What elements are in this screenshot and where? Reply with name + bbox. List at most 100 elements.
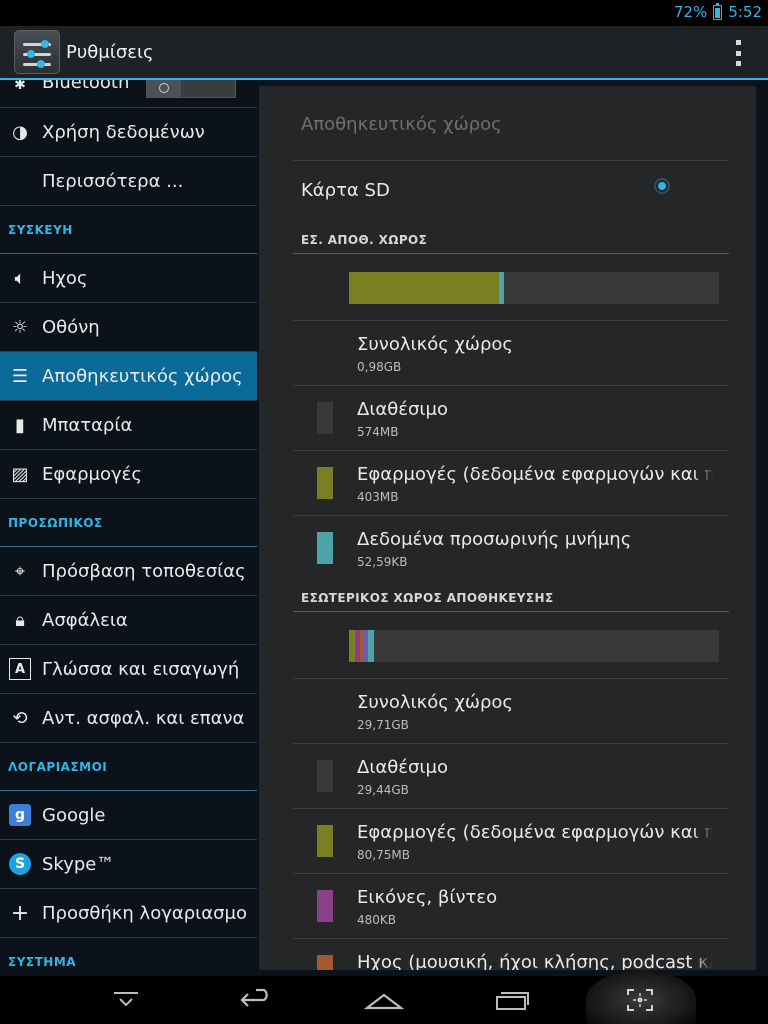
section-header-personal: ΠΡΟΣΩΠΙΚΟΣ [0, 499, 257, 547]
usage-segment [498, 272, 505, 304]
storage-row-apps-external[interactable]: Εφαρμογές (δεδομένα εφαρμογών και π 403M… [293, 451, 729, 515]
row-value: 574MB [357, 425, 399, 439]
storage-row-pictures-internal[interactable]: Εικόνες, βίντεο 480KB [293, 874, 729, 938]
row-value: 403MB [357, 490, 399, 504]
sidebar-item-battery[interactable]: ▮ Μπαταρία [0, 401, 257, 450]
hide-keyboard-icon[interactable] [96, 982, 156, 1018]
battery-icon: ▮ [15, 414, 25, 436]
sidebar-item-skype[interactable]: S Skype™ [0, 840, 257, 889]
storage-row-total-internal[interactable]: Συνολικός χώρος 29,71GB [293, 679, 729, 743]
usage-segment [367, 630, 374, 662]
sidebar-item-label: Αποθηκευτικός χώρος [42, 365, 243, 387]
row-title: Εικόνες, βίντεο [357, 887, 498, 908]
add-icon: + [10, 900, 30, 926]
status-bar: 72% 5:52 [0, 0, 768, 26]
section-divider [293, 253, 729, 254]
row-title: Συνολικός χώρος [357, 692, 513, 713]
sidebar-item-label: Μπαταρία [42, 414, 133, 436]
text-fade [693, 461, 713, 491]
storage-row-cache-external[interactable]: Δεδομένα προσωρινής μνήμης 52,59KB [293, 516, 729, 580]
usage-segment [349, 272, 499, 304]
section-header-system: ΣΥΣΤΗΜΑ [8, 955, 77, 969]
backup-icon: ⟲ [12, 707, 28, 729]
sidebar-item-security[interactable]: 🔒︎ Ασφάλεια [0, 596, 257, 645]
section-header-device: ΣΥΣΚΕΥΗ [0, 206, 257, 254]
back-icon[interactable] [226, 982, 286, 1018]
skype-icon: S [9, 853, 31, 875]
sidebar-item-backup[interactable]: ⟲ Αντ. ασφαλ. και επανα [0, 694, 257, 743]
storage-panel: Αποθηκευτικός χώρος Κάρτα SD ΕΣ. ΑΠΟΘ. Χ… [259, 86, 756, 970]
row-value: 52,59KB [357, 555, 408, 569]
sidebar-item-label: Εφαρμογές [42, 463, 142, 485]
sidebar-item-language[interactable]: A Γλώσσα και εισαγωγή [0, 645, 257, 694]
sidebar-item-more[interactable]: Περισσότερα ... [0, 157, 257, 206]
action-bar: Ρυθμίσεις [0, 26, 768, 80]
storage-row-apps-internal[interactable]: Εφαρμογές (δεδομένα εφαρμογών και π 80,7… [293, 809, 729, 873]
sidebar-item-google[interactable]: g Google [0, 791, 257, 840]
recent-apps-icon[interactable] [482, 982, 542, 1018]
home-icon[interactable] [354, 982, 414, 1018]
color-swatch [317, 760, 333, 792]
sidebar-item-bluetooth[interactable]: ✱ Bluetooth [0, 80, 257, 108]
storage-row-total-external[interactable]: Συνολικός χώρος 0,98GB [293, 321, 729, 385]
color-swatch [317, 532, 333, 564]
sidebar-item-display[interactable]: ☼ Οθόνη [0, 303, 257, 352]
settings-sidebar: ✱ Bluetooth ◑ Χρήση δεδομένων Περισσότερ… [0, 80, 257, 976]
sidebar-item-label: Skype™ [42, 853, 115, 875]
sidebar-item-label: Προσθήκη λογαριασμο [42, 902, 247, 924]
sidebar-item-apps[interactable]: ▨ Εφαρμογές [0, 450, 257, 499]
section-header-internal: ΕΣΩΤΕΡΙΚΟΣ ΧΩΡΟΣ ΑΠΟΘΗΚΕΥΣΗΣ [301, 591, 554, 605]
overflow-menu-icon[interactable] [734, 40, 742, 66]
sidebar-item-label: Γλώσσα και εισαγωγή [42, 658, 240, 680]
row-value: 80,75MB [357, 848, 410, 862]
panel-title: Αποθηκευτικός χώρος [301, 114, 502, 135]
sidebar-item-label: Περισσότερα ... [42, 170, 184, 192]
color-swatch [317, 402, 333, 434]
color-swatch [317, 467, 333, 499]
app-title: Ρυθμίσεις [66, 42, 154, 63]
lock-icon: 🔒︎ [15, 609, 25, 631]
storage-icon: ☰ [11, 365, 29, 387]
battery-percent: 72% [673, 3, 708, 21]
display-icon: ☼ [11, 316, 29, 338]
clock: 5:52 [728, 3, 762, 21]
section-divider [293, 611, 729, 612]
status-indicators: 72% 5:52 [673, 2, 762, 21]
color-swatch [317, 890, 333, 922]
sound-icon: 🔈︎ [14, 267, 26, 289]
internal-usage-bar [349, 630, 719, 662]
battery-icon [713, 2, 723, 20]
text-fade [693, 819, 713, 849]
row-title: Διαθέσιμο [357, 757, 448, 778]
storage-row-audio-internal[interactable]: Ηχος (μουσική, ήχοι κλήσης, podcast κλ [293, 939, 729, 970]
section-header-external: ΕΣ. ΑΠΟΘ. ΧΩΡΟΣ [301, 233, 428, 247]
sidebar-item-label: Χρήση δεδομένων [42, 121, 205, 143]
apps-icon: ▨ [11, 463, 29, 485]
row-title: Δεδομένα προσωρινής μνήμης [357, 529, 632, 550]
storage-row-available-internal[interactable]: Διαθέσιμο 29,44GB [293, 744, 729, 808]
sidebar-item-label: Google [42, 804, 106, 826]
language-icon: A [9, 658, 31, 680]
storage-row-available-external[interactable]: Διαθέσιμο 574MB [293, 386, 729, 450]
navigation-bar [0, 970, 768, 1024]
screenshot-icon[interactable] [610, 982, 670, 1018]
sidebar-item-sound[interactable]: 🔈︎ Ηχος [0, 254, 257, 303]
sidebar-item-location[interactable]: ⌖ Πρόσβαση τοποθεσίας [0, 547, 257, 596]
sidebar-item-add-account[interactable]: + Προσθήκη λογαριασμο [0, 889, 257, 938]
data-usage-icon: ◑ [12, 121, 28, 143]
row-title: Ηχος (μουσική, ήχοι κλήσης, podcast κλ [357, 952, 713, 970]
color-swatch [317, 825, 333, 857]
sidebar-item-data-usage[interactable]: ◑ Χρήση δεδομένων [0, 108, 257, 157]
text-fade [693, 949, 713, 970]
row-value: 480KB [357, 913, 397, 927]
divider [293, 160, 729, 161]
row-title: Διαθέσιμο [357, 399, 448, 420]
sidebar-item-storage[interactable]: ☰ Αποθηκευτικός χώρος [0, 352, 257, 401]
settings-app-icon[interactable] [14, 30, 60, 74]
sd-card-label[interactable]: Κάρτα SD [301, 180, 390, 201]
sd-card-radio[interactable] [654, 178, 670, 194]
google-icon: g [9, 804, 31, 826]
sidebar-item-label: Πρόσβαση τοποθεσίας [42, 560, 246, 582]
bluetooth-toggle[interactable] [146, 80, 236, 98]
row-title: Εφαρμογές (δεδομένα εφαρμογών και π [357, 464, 713, 485]
